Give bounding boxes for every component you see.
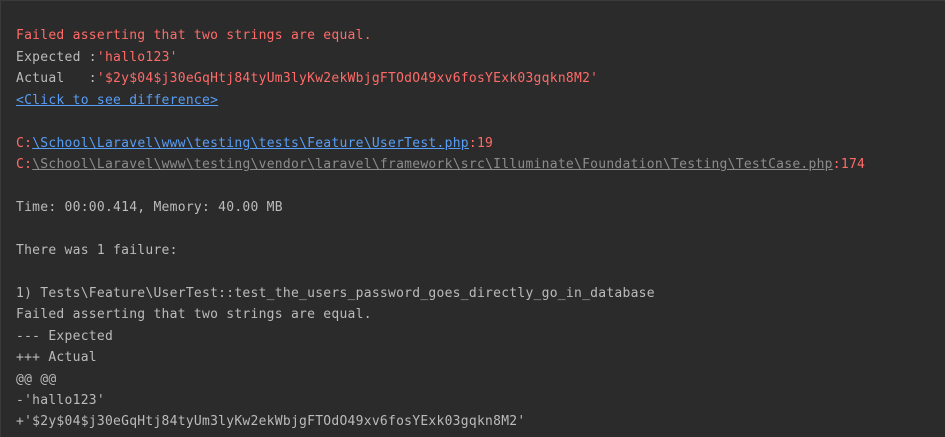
stack-file-link[interactable]: \School\Laravel\www\testing\tests\Featur… xyxy=(32,136,469,151)
assertion-message: Failed asserting that two strings are eq… xyxy=(16,28,372,43)
expected-line: Expected :'hallo123' xyxy=(16,47,178,68)
diff-hunk-header: @@ @@ xyxy=(16,372,57,387)
stack-frame: C:\School\Laravel\www\testing\vendor\lar… xyxy=(16,154,865,175)
expected-value: 'hallo123' xyxy=(96,50,178,65)
stack-line-number: :19 xyxy=(468,136,494,151)
stack-drive: C: xyxy=(16,157,33,172)
stack-file-link[interactable]: \School\Laravel\www\testing\vendor\larav… xyxy=(32,157,833,172)
actual-line: Actual :'$2y$04$j30eGqHtj84tyUm3lyKw2ekW… xyxy=(16,68,598,89)
failure-title: 1) Tests\Feature\UserTest::test_the_user… xyxy=(16,286,655,301)
console-output: Failed asserting that two strings are eq… xyxy=(0,0,945,437)
actual-value: '$2y$04$j30eGqHtj84tyUm3lyKw2ekWbjgFTOdO… xyxy=(96,71,599,86)
stack-line-number: :174 xyxy=(832,157,866,172)
time-memory-summary: Time: 00:00.414, Memory: 40.00 MB xyxy=(16,200,283,215)
stack-drive: C: xyxy=(16,136,33,151)
expected-label: Expected : xyxy=(16,50,97,65)
diff-added-line: +'$2y$04$j30eGqHtj84tyUm3lyKw2ekWbjgFTOd… xyxy=(16,414,526,429)
diff-removed-line: -'hallo123' xyxy=(16,393,105,408)
stack-frame: C:\School\Laravel\www\testing\tests\Feat… xyxy=(16,133,493,154)
diff-actual-header: +++ Actual xyxy=(16,350,97,365)
failure-count: There was 1 failure: xyxy=(16,243,178,258)
diff-expected-header: --- Expected xyxy=(16,329,114,344)
see-difference-link[interactable]: <Click to see difference> xyxy=(16,93,218,108)
actual-label: Actual : xyxy=(16,71,97,86)
diff-line: <Click to see difference> xyxy=(16,90,218,111)
failure-message: Failed asserting that two strings are eq… xyxy=(16,307,372,322)
